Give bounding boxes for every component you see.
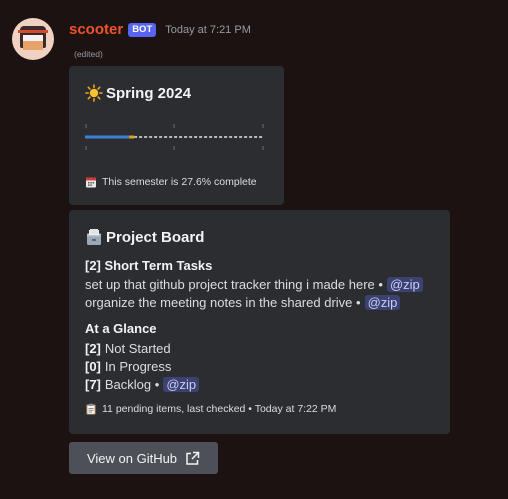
card-file-box-icon [87,229,101,245]
user-mention[interactable]: @zip [364,295,401,310]
semester-progress-bar [85,124,264,150]
avatar[interactable] [12,18,54,60]
project-board-footer-text: 11 pending items, last checked • Today a… [102,403,337,415]
message: scooter BOT Today at 7:21 PM (edited) Sp… [0,0,508,499]
timestamp: Today at 7:21 PM [165,23,251,36]
view-on-github-label: View on GitHub [86,450,178,466]
glance-item: [0] In Progress [85,359,171,374]
glance-label: Backlog • [104,377,160,392]
view-on-github-button[interactable]: View on GitHub [69,442,218,474]
calendar-icon [86,176,96,188]
glance-count: [7] [85,377,101,392]
task-item: organize the meeting notes in the shared… [85,295,401,310]
semester-title: Spring 2024 [106,84,192,102]
avatar-stripe [18,30,48,33]
user-mention[interactable]: @zip [386,277,423,292]
semester-footer: This semester is 27.6% complete [85,176,257,188]
glance-item: [7] Backlog • @zip [85,377,200,392]
semester-footer-text: This semester is 27.6% complete [102,176,257,188]
task-item: set up that github project tracker thing… [85,277,423,292]
glance-item: [2] Not Started [85,341,171,356]
project-board-footer: 11 pending items, last checked • Today a… [85,403,336,415]
task-text: set up that github project tracker thing… [85,277,383,292]
project-board-title: Project Board [106,228,205,246]
glance-heading: At a Glance [85,321,157,336]
glance-count: [0] [85,359,101,374]
semester-embed: Spring 2024 This semester is 27.6% compl… [69,66,284,205]
message-header: scooter BOT Today at 7:21 PM [69,21,251,38]
edited-label: (edited) [74,49,103,59]
glance-count: [2] [85,341,101,356]
glance-label: In Progress [104,359,172,374]
embed-title: Project Board [85,228,204,246]
glance-label: Not Started [104,341,171,356]
embed-title: Spring 2024 [85,84,191,102]
task-text: organize the meeting notes in the shared… [85,295,361,310]
sun-icon [85,84,103,102]
user-mention[interactable]: @zip [163,377,200,392]
project-board-embed: Project Board [2] Short Term Tasks set u… [69,210,450,434]
avatar-face [23,41,43,50]
bot-tag: BOT [128,22,157,37]
external-link-icon [186,451,200,465]
username[interactable]: scooter [69,21,123,38]
short-term-heading: [2] Short Term Tasks [85,258,213,273]
clipboard-icon [86,403,96,415]
